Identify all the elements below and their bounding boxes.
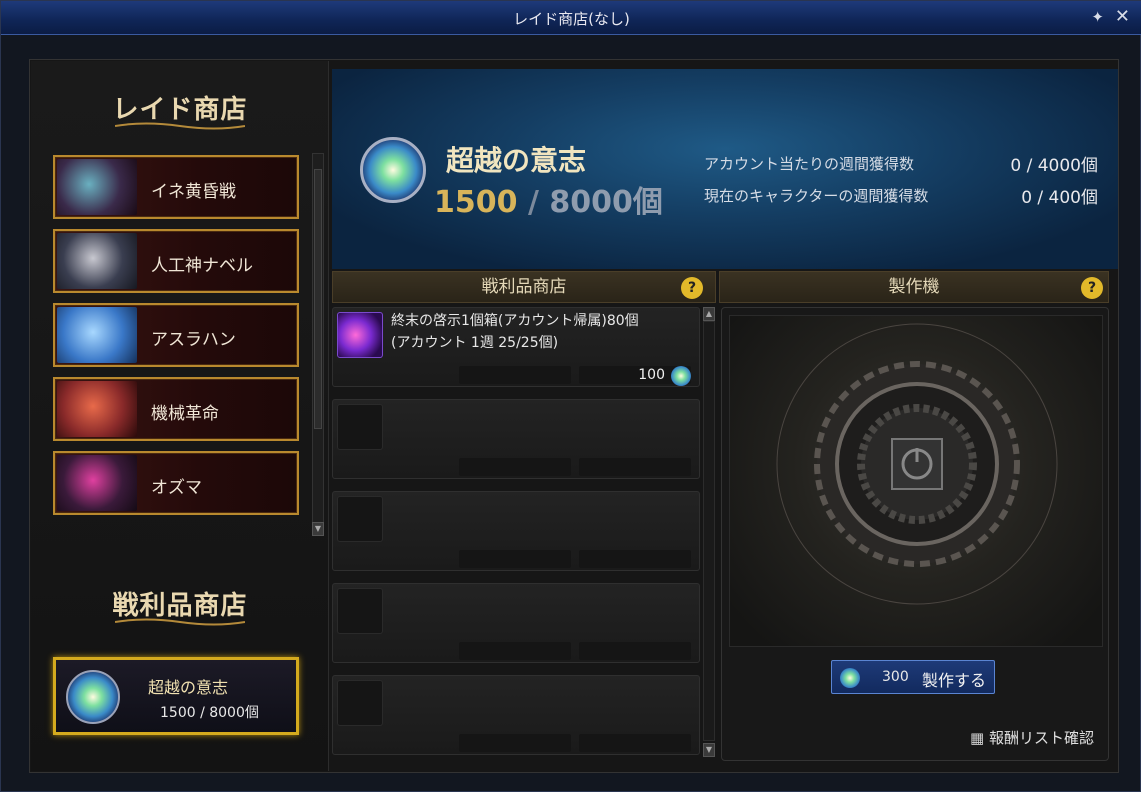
- shop-item-limit: (アカウント 1週 25/25個): [391, 335, 559, 351]
- reward-list-link[interactable]: ▦ 報酬リスト確認: [970, 727, 1094, 748]
- raid-shop-window: レイド商店(なし) ✦ ✕ レイド商店 イネ黄昏戦 人工神ナベル アスラハン 機…: [0, 0, 1141, 792]
- raid-item-label: アスラハン: [151, 330, 236, 350]
- shop-item-row-empty: [332, 491, 700, 571]
- raid-list-scroll-down[interactable]: ▼: [312, 522, 324, 536]
- character-weekly-label: 現在のキャラクターの週間獲得数: [704, 187, 929, 205]
- shop-item-row[interactable]: 終末の啓示1個箱(アカウント帰属)80個 (アカウント 1週 25/25個) 1…: [332, 307, 700, 387]
- window-title: レイド商店(なし): [513, 10, 630, 28]
- ornament-divider: [115, 122, 245, 130]
- shop-item-slot-bar: [579, 550, 691, 568]
- loot-shop-header: 戦利品商店: [332, 271, 716, 303]
- empty-item-slot: [337, 496, 383, 542]
- title-bar[interactable]: レイド商店(なし) ✦ ✕: [1, 1, 1141, 35]
- currency-name: 超越の意志: [148, 678, 229, 697]
- craft-button[interactable]: 300 製作する: [831, 660, 995, 694]
- raid-portrait: [57, 159, 137, 215]
- craft-cost: 300: [882, 669, 909, 685]
- revelation-box-icon: [337, 312, 383, 358]
- crafter-gear-icon: [776, 323, 1058, 605]
- crafter-display: [729, 315, 1103, 647]
- empty-item-slot: [337, 588, 383, 634]
- craft-button-label: 製作する: [922, 671, 987, 690]
- transcendence-orb-icon: [66, 670, 120, 724]
- raid-item-asrahan[interactable]: アスラハン: [53, 303, 299, 367]
- crafter-header: 製作機: [719, 271, 1109, 303]
- shop-scroll-down[interactable]: ▼: [703, 743, 715, 757]
- raid-item-ozma[interactable]: オズマ: [53, 451, 299, 515]
- shop-item-slot-bar: [579, 458, 691, 476]
- shop-item-price: 100: [638, 367, 665, 383]
- shop-item-slot-bar: [579, 642, 691, 660]
- character-weekly-value: 0 / 400個: [1021, 188, 1098, 208]
- raid-item-machine-revolution[interactable]: 機械革命: [53, 377, 299, 441]
- raid-item-label: 人工神ナベル: [151, 256, 253, 276]
- banner-currency-count: 1500 / 8000個: [434, 177, 663, 221]
- currency-banner: 超越の意志 1500 / 8000個 アカウント当たりの週間獲得数 0 / 40…: [332, 69, 1118, 269]
- raid-item-ine[interactable]: イネ黄昏戦: [53, 155, 299, 219]
- shop-item-name: 終末の啓示1個箱(アカウント帰属)80個: [391, 313, 639, 329]
- raid-portrait: [57, 233, 137, 289]
- shop-scrollbar[interactable]: [703, 321, 715, 741]
- raid-portrait: [57, 381, 137, 437]
- account-weekly-label: アカウント当たりの週間獲得数: [704, 155, 915, 173]
- close-icon[interactable]: ✕: [1115, 6, 1130, 27]
- shop-item-slot-bar: [459, 458, 571, 476]
- pin-icon[interactable]: ✦: [1091, 8, 1104, 26]
- transcendence-orb-icon: [671, 366, 691, 386]
- raid-item-label: オズマ: [151, 478, 202, 498]
- raid-portrait: [57, 307, 137, 363]
- currency-card-selected[interactable]: 超越の意志 1500 / 8000個: [53, 657, 299, 735]
- shop-item-slot-bar: [459, 642, 571, 660]
- reward-list-icon: ▦: [970, 729, 985, 747]
- shop-item-text: 終末の啓示1個箱(アカウント帰属)80個 (アカウント 1週 25/25個): [391, 310, 639, 354]
- account-weekly-value: 0 / 4000個: [1010, 156, 1098, 176]
- shop-item-slot-bar: [459, 366, 571, 384]
- craft-help-icon[interactable]: ?: [1081, 277, 1103, 299]
- raid-list-scroll-thumb[interactable]: [314, 169, 322, 429]
- shop-item-row-empty: [332, 399, 700, 479]
- empty-item-slot: [337, 404, 383, 450]
- shop-item-row-empty: [332, 583, 700, 663]
- shop-item-slot-bar: [459, 550, 571, 568]
- banner-currency-name: 超越の意志: [446, 144, 587, 177]
- empty-item-slot: [337, 680, 383, 726]
- shop-scroll-up[interactable]: ▲: [703, 307, 715, 321]
- raid-item-label: イネ黄昏戦: [151, 182, 236, 202]
- transcendence-orb-icon: [840, 668, 860, 688]
- shop-item-slot-bar: [579, 734, 691, 752]
- banner-max-value: 8000個: [549, 185, 663, 220]
- shop-help-icon[interactable]: ?: [681, 277, 703, 299]
- currency-count: 1500 / 8000個: [160, 705, 259, 721]
- raid-item-label: 機械革命: [151, 404, 219, 424]
- banner-current-value: 1500: [434, 185, 518, 220]
- left-panel: レイド商店 イネ黄昏戦 人工神ナベル アスラハン 機械革命 オズマ 戦利品商店: [31, 61, 329, 771]
- raid-item-nabel[interactable]: 人工神ナベル: [53, 229, 299, 293]
- shop-item-row-empty: [332, 675, 700, 755]
- transcendence-orb-icon: [360, 137, 426, 203]
- reward-list-label: 報酬リスト確認: [988, 729, 1094, 747]
- ornament-divider: [115, 618, 245, 626]
- shop-item-slot-bar: [459, 734, 571, 752]
- raid-portrait: [57, 455, 137, 511]
- banner-slash: /: [527, 185, 539, 220]
